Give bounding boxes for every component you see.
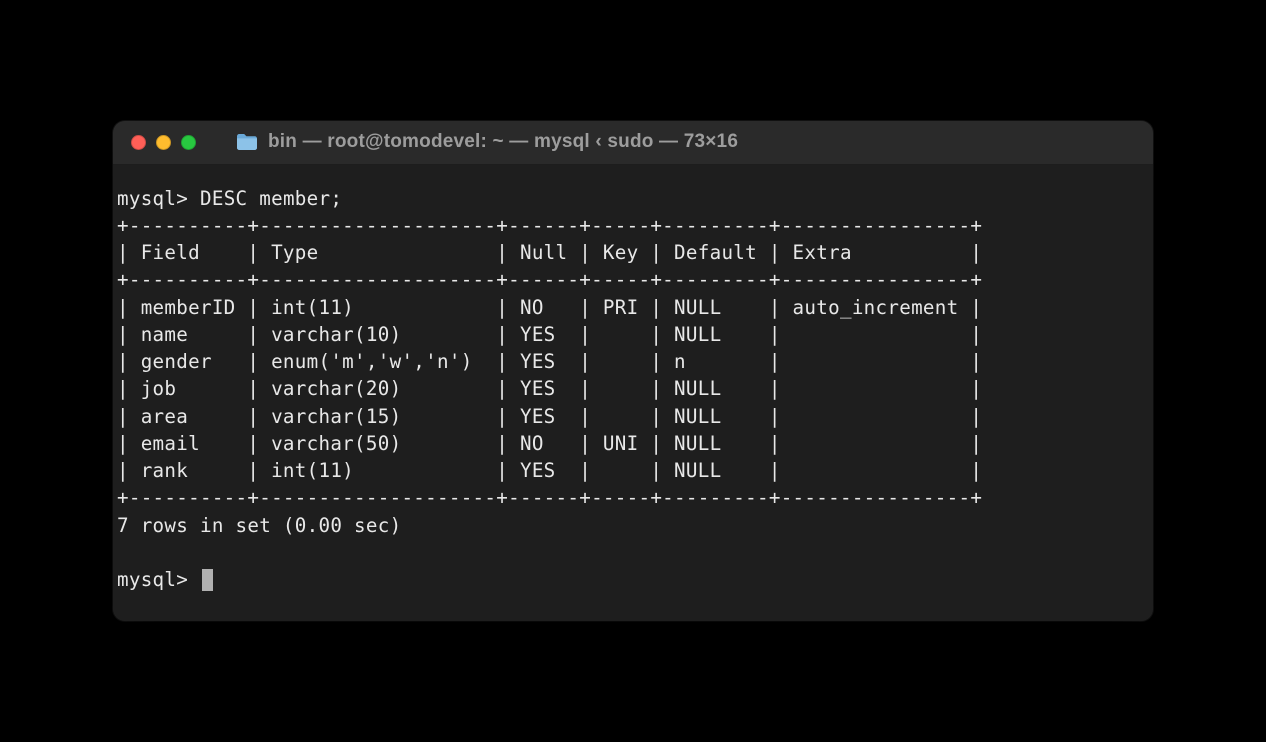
result-footer: 7 rows in set (0.00 sec) (113, 512, 1153, 539)
command-line: mysql> DESC member; (113, 185, 1153, 212)
title-group: bin — root@tomodevel: ~ — mysql ‹ sudo —… (236, 131, 738, 153)
table-row: | email | varchar(50) | NO | UNI | NULL … (113, 430, 1153, 457)
table-row: | area | varchar(15) | YES | | NULL | | (113, 403, 1153, 430)
prompt: mysql> (117, 568, 188, 591)
terminal-window: bin — root@tomodevel: ~ — mysql ‹ sudo —… (113, 121, 1153, 622)
prompt-line: mysql> (113, 566, 1153, 593)
table-separator: +----------+--------------------+------+… (113, 266, 1153, 293)
close-button[interactable] (131, 135, 146, 150)
table-row: | name | varchar(10) | YES | | NULL | | (113, 321, 1153, 348)
blank-line (113, 539, 1153, 566)
titlebar: bin — root@tomodevel: ~ — mysql ‹ sudo —… (113, 121, 1153, 165)
command-text: DESC member; (200, 187, 342, 210)
table-separator: +----------+--------------------+------+… (113, 212, 1153, 239)
terminal-body[interactable]: mysql> DESC member; +----------+--------… (113, 165, 1153, 622)
traffic-lights (131, 135, 196, 150)
cursor (202, 569, 213, 591)
window-title: bin — root@tomodevel: ~ — mysql ‹ sudo —… (268, 131, 738, 153)
maximize-button[interactable] (181, 135, 196, 150)
minimize-button[interactable] (156, 135, 171, 150)
table-row: | rank | int(11) | YES | | NULL | | (113, 457, 1153, 484)
folder-icon (236, 133, 258, 151)
table-row: | job | varchar(20) | YES | | NULL | | (113, 375, 1153, 402)
prompt: mysql> (117, 187, 188, 210)
table-separator: +----------+--------------------+------+… (113, 484, 1153, 511)
table-row: | gender | enum('m','w','n') | YES | | n… (113, 348, 1153, 375)
table-header: | Field | Type | Null | Key | Default | … (113, 239, 1153, 266)
table-row: | memberID | int(11) | NO | PRI | NULL |… (113, 294, 1153, 321)
